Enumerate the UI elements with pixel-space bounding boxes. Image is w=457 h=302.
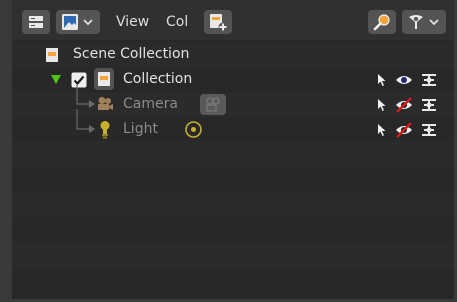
menu-collection[interactable]: Col xyxy=(166,12,188,32)
outliner-panel: View Col Scene Collection Collection Cam… xyxy=(12,0,454,299)
collection-icon-bg xyxy=(94,68,114,90)
empty-row xyxy=(12,142,454,167)
tree-label: Scene Collection xyxy=(73,46,190,62)
display-mode-dropdown[interactable] xyxy=(56,10,100,34)
selectable-arrow-icon[interactable] xyxy=(377,123,387,137)
expand-triangle-icon[interactable] xyxy=(51,75,61,85)
scene-collection-icon xyxy=(46,48,58,62)
new-collection-button[interactable] xyxy=(204,10,232,34)
light-data-icon[interactable] xyxy=(184,120,203,139)
empty-row xyxy=(12,242,454,267)
view-layer-icon xyxy=(62,14,78,30)
camera-render-icon[interactable] xyxy=(421,122,437,138)
tree-label: Light xyxy=(123,121,158,137)
chevron-down-icon xyxy=(83,19,93,26)
filter-icon xyxy=(409,15,423,29)
light-icon xyxy=(100,121,110,139)
filter-dropdown[interactable] xyxy=(402,10,446,34)
camera-render-icon[interactable] xyxy=(421,97,437,113)
search-button[interactable] xyxy=(368,10,396,34)
new-collection-icon xyxy=(210,14,228,32)
tree-label: Camera xyxy=(123,96,178,112)
search-icon xyxy=(373,14,390,31)
selectable-arrow-icon[interactable] xyxy=(377,98,387,112)
camera-data-button[interactable] xyxy=(200,94,226,115)
eye-hidden-icon[interactable] xyxy=(395,122,413,138)
tree-row-light[interactable]: Light xyxy=(12,109,454,142)
collection-icon xyxy=(98,72,110,86)
tree-connector-icon xyxy=(76,109,95,133)
tree-row-scene-collection[interactable]: Scene Collection xyxy=(12,42,454,67)
camera-data-icon xyxy=(206,97,220,112)
selectable-arrow-icon[interactable] xyxy=(377,73,387,87)
empty-row xyxy=(12,192,454,217)
outliner-icon xyxy=(29,16,43,28)
tree-label: Collection xyxy=(123,71,193,87)
eye-icon[interactable] xyxy=(395,74,413,86)
menu-view[interactable]: View xyxy=(116,12,149,32)
eye-hidden-icon[interactable] xyxy=(395,97,413,113)
outliner-header: View Col xyxy=(12,0,454,40)
editor-type-button[interactable] xyxy=(22,10,50,34)
camera-render-icon[interactable] xyxy=(421,72,437,88)
chevron-down-icon xyxy=(429,19,439,26)
camera-icon xyxy=(98,97,113,110)
